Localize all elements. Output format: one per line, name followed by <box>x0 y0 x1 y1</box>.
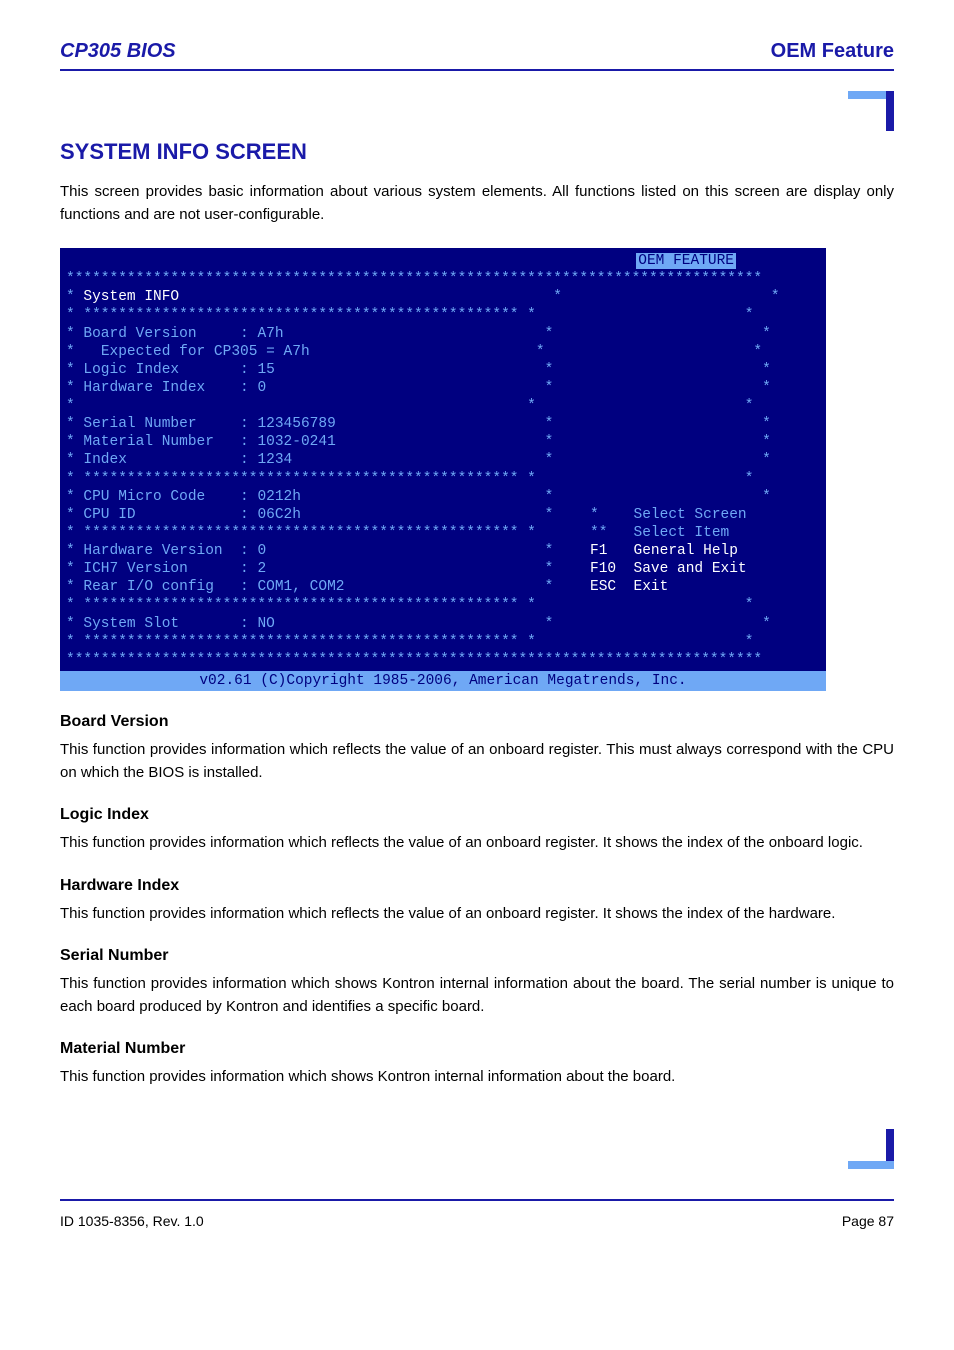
sub-logic-index-title: Logic Index <box>60 806 894 824</box>
page-header: CP305 BIOS OEM Feature <box>60 40 894 63</box>
sub-board-version-title: Board Version <box>60 713 894 731</box>
footer-rule <box>60 1199 894 1201</box>
bios-sep2: * **************************************… <box>60 470 826 488</box>
bios-sep5: * **************************************… <box>60 633 826 651</box>
header-rule <box>60 69 894 71</box>
help-esc: ESC Exit <box>590 578 668 596</box>
help-select-item: ** Select Item <box>590 524 729 542</box>
help-select-screen: * Select Screen <box>590 506 747 524</box>
bios-cpu-micro: * CPU Micro Code : 0212h * * <box>60 488 826 506</box>
bios-title-row: * System INFO * * <box>60 288 826 306</box>
section-title: SYSTEM INFO SCREEN <box>60 139 894 165</box>
page-footer: ID 1035-8356, Rev. 1.0 Page 87 <box>60 1213 894 1229</box>
bios-border: ****************************************… <box>60 270 826 288</box>
bios-logic-index: * Logic Index : 15 * * <box>60 361 826 379</box>
sub-material-title: Material Number <box>60 1040 894 1058</box>
bios-expected: * Expected for CP305 = A7h * * <box>60 343 826 361</box>
bios-border-bottom: ****************************************… <box>60 651 826 669</box>
bios-copyright: v02.61 (C)Copyright 1985-2006, American … <box>60 671 826 691</box>
bios-tab-row: OEM FEATURE <box>60 252 826 270</box>
footer-right: Page 87 <box>842 1213 894 1229</box>
sub-hardware-index-body: This function provides information which… <box>60 903 894 926</box>
sub-logic-index-body: This function provides information which… <box>60 832 894 855</box>
bios-tab: OEM FEATURE <box>636 253 736 269</box>
sub-material-body: This function provides information which… <box>60 1066 894 1089</box>
bios-cpu-id: * CPU ID : 06C2h * * Select Screen <box>60 506 826 524</box>
bios-sep3: * **************************************… <box>60 524 826 542</box>
bios-material: * Material Number : 1032-0241 * * <box>60 433 826 451</box>
sub-hardware-index-title: Hardware Index <box>60 877 894 895</box>
bios-sep: * **************************************… <box>60 306 826 324</box>
bios-blank: * * * <box>60 397 826 415</box>
help-f1: F1 General Help <box>590 542 738 560</box>
bios-ich7: * ICH7 Version : 2 * F10 Save and Exit <box>60 560 826 578</box>
corner-logo-top <box>60 91 894 131</box>
header-left: CP305 BIOS <box>60 40 176 63</box>
bios-system-slot: * System Slot : NO * * <box>60 615 826 633</box>
bios-screenshot: OEM FEATURE ****************************… <box>60 248 826 691</box>
sub-serial-title: Serial Number <box>60 947 894 965</box>
bios-hardware-index: * Hardware Index : 0 * * <box>60 379 826 397</box>
sub-serial-body: This function provides information which… <box>60 973 894 1018</box>
help-f10: F10 Save and Exit <box>590 560 747 578</box>
header-right: OEM Feature <box>771 40 894 63</box>
bios-serial: * Serial Number : 123456789 * * <box>60 415 826 433</box>
bios-title: System INFO <box>83 289 179 305</box>
footer-left: ID 1035-8356, Rev. 1.0 <box>60 1213 204 1229</box>
bios-index: * Index : 1234 * * <box>60 451 826 469</box>
bios-sep4: * **************************************… <box>60 596 826 614</box>
corner-logo-bottom <box>60 1129 894 1169</box>
bios-board-version: * Board Version : A7h * * <box>60 325 826 343</box>
sub-board-version-body: This function provides information which… <box>60 739 894 784</box>
bracket-icon <box>848 91 894 131</box>
bios-hw-version: * Hardware Version : 0 * F1 General Help <box>60 542 826 560</box>
bracket-icon <box>848 1129 894 1169</box>
bios-rear-io: * Rear I/O config : COM1, COM2 * ESC Exi… <box>60 578 826 596</box>
intro-paragraph: This screen provides basic information a… <box>60 181 894 226</box>
